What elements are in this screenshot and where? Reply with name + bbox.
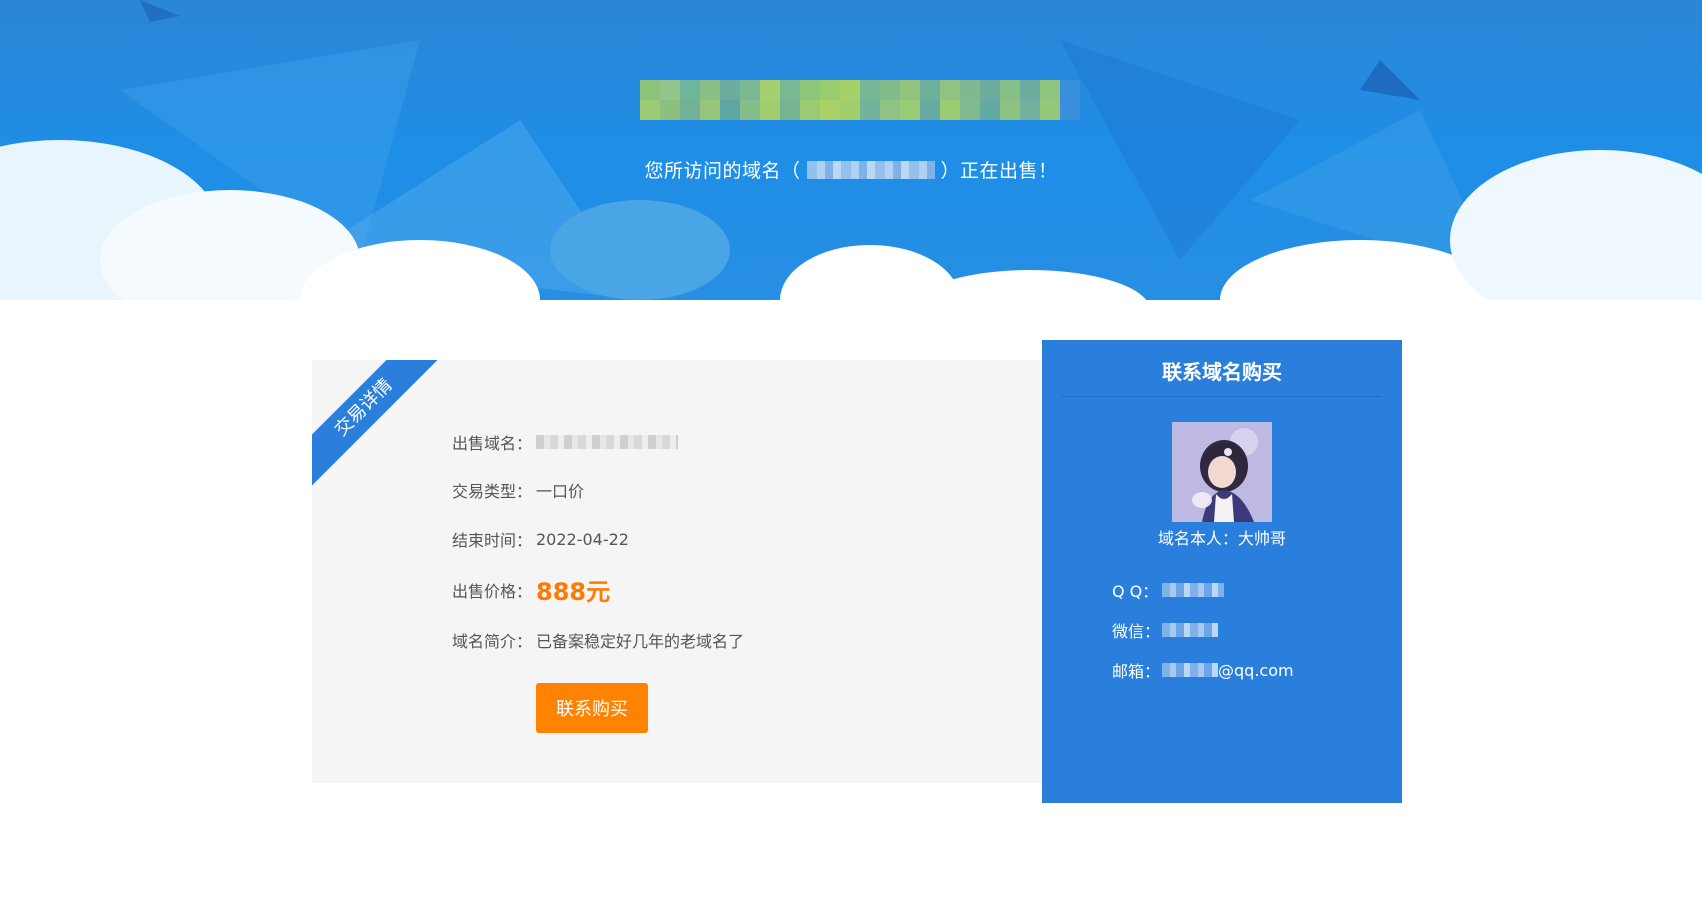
email-user-redacted bbox=[1162, 663, 1218, 677]
price-value: 888元 bbox=[536, 578, 611, 606]
divider bbox=[1062, 396, 1382, 397]
contact-row-email: 邮箱： @qq.com bbox=[1112, 658, 1294, 682]
detail-label: 结束时间： bbox=[452, 531, 533, 550]
detail-value: 一口价 bbox=[536, 482, 585, 501]
domain-value-redacted bbox=[536, 435, 678, 449]
qq-label: Q Q： bbox=[1112, 582, 1159, 601]
detail-label: 出售价格： bbox=[452, 581, 533, 601]
trade-details-ribbon: 交易详情 bbox=[312, 360, 448, 492]
detail-value: 2022-04-22 bbox=[536, 529, 629, 549]
detail-row-end-time: 结束时间： 2022-04-22 bbox=[452, 527, 629, 551]
header-banner: 您所访问的域名（ ）正在出售！ bbox=[0, 0, 1702, 340]
detail-label: 域名简介： bbox=[452, 632, 533, 651]
contact-title: 联系域名购买 bbox=[1162, 360, 1282, 384]
qq-value-redacted bbox=[1162, 583, 1224, 597]
contact-row-wechat: 微信： bbox=[1112, 618, 1218, 642]
detail-row-domain: 出售域名： bbox=[452, 430, 678, 454]
avatar-illustration bbox=[1172, 422, 1272, 522]
subtitle-suffix: ）正在出售！ bbox=[940, 160, 1058, 182]
email-domain[interactable]: @qq.com bbox=[1218, 661, 1294, 680]
detail-value: 已备案稳定好几年的老域名了 bbox=[536, 632, 745, 651]
domain-name-redacted bbox=[806, 161, 935, 179]
contact-card: 联系域名购买 域名本人：大帅哥 Q Q： 微信： 邮箱： @qq.com bbox=[1042, 340, 1402, 803]
contact-buy-button[interactable]: 联系购买 bbox=[536, 683, 648, 733]
detail-label: 交易类型： bbox=[452, 482, 533, 501]
contact-row-qq: Q Q： bbox=[1112, 578, 1224, 602]
trade-details-panel: 交易详情 出售域名： 交易类型： 一口价 结束时间： 2022-04-22 出售… bbox=[312, 360, 1044, 783]
site-logo-blurred bbox=[640, 80, 1080, 120]
owner-avatar bbox=[1172, 422, 1272, 522]
detail-label: 出售域名： bbox=[452, 434, 533, 453]
owner-name: 域名本人：大帅哥 bbox=[1157, 529, 1286, 548]
detail-row-type: 交易类型： 一口价 bbox=[452, 478, 584, 502]
subtitle-prefix: 您所访问的域名（ bbox=[644, 160, 801, 182]
wechat-label: 微信： bbox=[1112, 622, 1161, 641]
detail-row-price: 出售价格： 888元 bbox=[452, 572, 610, 607]
email-label: 邮箱： bbox=[1112, 662, 1161, 681]
for-sale-subtitle: 您所访问的域名（ ）正在出售！ bbox=[0, 156, 1702, 183]
detail-row-description: 域名简介： 已备案稳定好几年的老域名了 bbox=[452, 628, 744, 652]
wechat-value-redacted bbox=[1162, 623, 1218, 637]
